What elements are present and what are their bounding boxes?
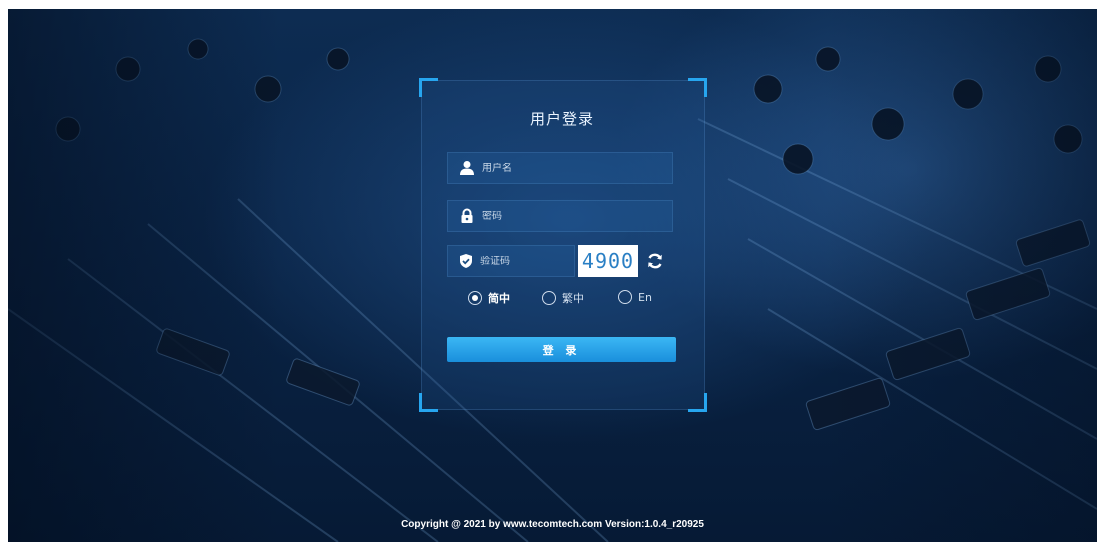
refresh-icon[interactable] [645, 251, 665, 271]
lang-label: En [638, 290, 652, 304]
radio-selected[interactable] [468, 291, 482, 305]
captcha-image[interactable]: 4900 [578, 245, 638, 277]
lang-option-english[interactable]: En [618, 290, 652, 304]
panel-corner-bottom-right [688, 393, 707, 412]
username-field[interactable] [447, 152, 673, 184]
lang-label: 简中 [488, 292, 510, 305]
lang-label: 繁中 [562, 292, 584, 305]
lock-icon [458, 207, 476, 225]
shield-check-icon [458, 252, 474, 270]
panel-corner-top-right [688, 78, 707, 97]
lang-option-simplified-chinese[interactable]: 简中 [468, 290, 510, 306]
radio-unselected[interactable] [542, 291, 556, 305]
login-button[interactable]: 登 录 [447, 337, 676, 362]
password-input[interactable] [482, 210, 672, 222]
login-title: 用户登录 [529, 110, 594, 128]
captcha-field[interactable] [447, 245, 605, 277]
lang-option-traditional-chinese[interactable]: 繁中 [542, 290, 584, 306]
panel-corner-top-left [419, 78, 438, 97]
panel-corner-bottom-left [419, 393, 438, 412]
user-icon [458, 159, 476, 177]
copyright-footer: Copyright @ 2021 by www.tecomtech.com Ve… [401, 519, 704, 530]
username-input[interactable] [482, 162, 672, 174]
password-field[interactable] [447, 200, 673, 232]
radio-unselected[interactable] [618, 290, 632, 304]
